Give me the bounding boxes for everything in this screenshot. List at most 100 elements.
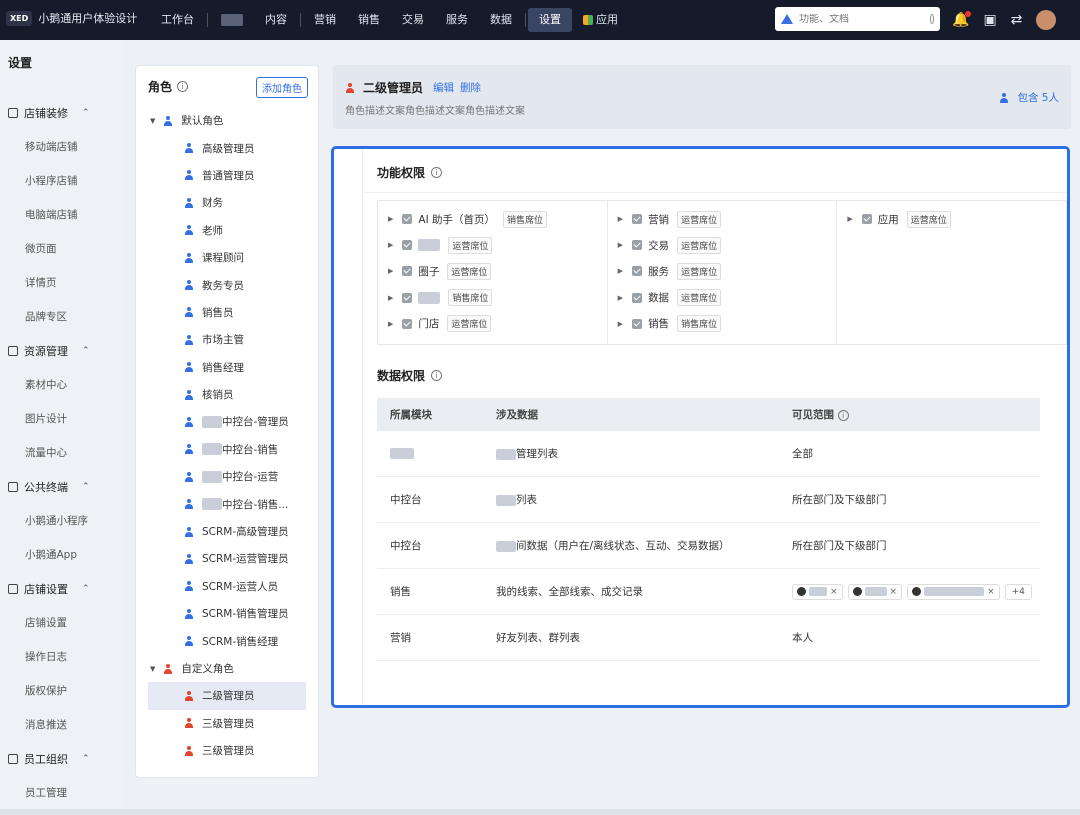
info-icon[interactable]: i <box>431 167 443 178</box>
nav-content[interactable]: 内容 <box>254 8 298 32</box>
perm-row[interactable]: ▶ 交易 运营席位 <box>608 232 837 258</box>
role-item[interactable]: SCRM-高级管理员 <box>136 518 318 545</box>
caret-right-icon[interactable]: ▶ <box>618 267 623 275</box>
avatar[interactable] <box>1036 10 1057 30</box>
caret-right-icon[interactable]: ▶ <box>388 241 393 249</box>
caret-right-icon[interactable]: ▶ <box>388 320 393 328</box>
calendar-icon[interactable]: ▣ <box>983 12 996 28</box>
sidebar-group-staff[interactable]: 员工组织 ⌃ <box>0 742 123 776</box>
perm-row[interactable]: ▶ AI 助手（首页） 销售席位 <box>378 206 607 232</box>
role-item[interactable]: 普通管理员 <box>136 162 318 189</box>
sidebar-item[interactable]: 店铺设置 <box>0 606 123 640</box>
brand[interactable]: XED 小鹅通用户体验设计 <box>6 10 137 26</box>
nav-settings[interactable]: 设置 <box>528 8 572 32</box>
member-chip[interactable]: × <box>907 583 1000 600</box>
sidebar-item[interactable]: 流量中心 <box>0 436 123 470</box>
search-input[interactable] <box>799 13 924 25</box>
role-item[interactable]: 核销员 <box>136 381 318 408</box>
caret-right-icon[interactable]: ▶ <box>618 320 623 328</box>
sidebar-item[interactable]: 电脑端店铺 <box>0 198 123 232</box>
role-group-default[interactable]: ▼ 默认角色 <box>136 107 318 134</box>
info-icon[interactable]: i <box>837 410 849 421</box>
role-item[interactable]: 教务专员 <box>136 271 318 298</box>
caret-right-icon[interactable]: ▶ <box>618 215 623 223</box>
role-item[interactable]: 销售经理 <box>136 354 318 381</box>
role-item[interactable]: SCRM-运营管理员 <box>136 545 318 572</box>
role-item[interactable]: 老师 <box>136 217 318 244</box>
checkbox[interactable] <box>632 266 643 277</box>
nav-trade[interactable]: 交易 <box>391 8 435 32</box>
perm-row[interactable]: ▶ 销售席位 <box>378 285 607 311</box>
scope-cell[interactable]: 全部 <box>792 446 1040 461</box>
nav-workbench[interactable]: 工作台 <box>150 8 205 32</box>
scope-cell[interactable]: 所在部门及下级部门 <box>792 492 1040 507</box>
checkbox[interactable] <box>402 214 413 225</box>
perm-row[interactable]: ▶ 服务 运营席位 <box>608 258 837 284</box>
checkbox[interactable] <box>402 292 413 303</box>
switch-icon[interactable]: ⇄ <box>1011 12 1023 28</box>
info-icon[interactable]: i <box>177 81 189 92</box>
role-item[interactable]: 中控台-运营 <box>136 463 318 490</box>
scope-cell[interactable]: 所在部门及下级部门 <box>792 538 1040 553</box>
caret-right-icon[interactable]: ▶ <box>388 294 393 302</box>
checkbox[interactable] <box>632 214 643 225</box>
sidebar-item[interactable]: 图片设计 <box>0 402 123 436</box>
role-item[interactable]: SCRM-销售经理 <box>136 627 318 654</box>
nav-sales[interactable]: 销售 <box>347 8 391 32</box>
sidebar-item[interactable]: 操作日志 <box>0 640 123 674</box>
nav-redacted[interactable] <box>210 8 254 32</box>
role-item[interactable]: 中控台-销售 <box>136 436 318 463</box>
search-box[interactable] <box>775 7 940 31</box>
checkbox[interactable] <box>402 240 413 251</box>
more-members-badge[interactable]: +4 <box>1004 583 1032 600</box>
checkbox[interactable] <box>632 318 643 329</box>
perm-row[interactable]: ▶ 运营席位 <box>378 232 607 258</box>
close-icon[interactable]: × <box>987 587 995 597</box>
perm-row[interactable]: ▶ 数据 运营席位 <box>608 285 837 311</box>
scope-cell[interactable]: 本人 <box>792 630 1040 645</box>
caret-right-icon[interactable]: ▶ <box>618 294 623 302</box>
role-item[interactable]: 三级管理员 <box>136 710 318 737</box>
nav-service[interactable]: 服务 <box>435 8 479 32</box>
role-item[interactable]: SCRM-运营人员 <box>136 573 318 600</box>
checkbox[interactable] <box>402 266 413 277</box>
caret-right-icon[interactable]: ▶ <box>388 267 393 275</box>
sidebar-item[interactable]: 小鹅通App <box>0 538 123 572</box>
sidebar-item[interactable]: 小程序店铺 <box>0 164 123 198</box>
sidebar-item[interactable]: 消息推送 <box>0 708 123 742</box>
sidebar-group-decoration[interactable]: 店铺装修 ⌃ <box>0 96 123 130</box>
member-chip[interactable]: × <box>792 583 843 600</box>
checkbox[interactable] <box>632 240 643 251</box>
sidebar-group-store-settings[interactable]: 店铺设置 ⌃ <box>0 572 123 606</box>
caret-right-icon[interactable]: ▶ <box>847 215 852 223</box>
checkbox[interactable] <box>632 292 643 303</box>
perm-row[interactable]: ▶ 圈子 运营席位 <box>378 258 607 284</box>
search-icon[interactable] <box>930 14 934 24</box>
perm-row[interactable]: ▶ 营销 运营席位 <box>608 206 837 232</box>
member-chip[interactable]: × <box>847 583 903 600</box>
sidebar-item[interactable]: 品牌专区 <box>0 300 123 334</box>
delete-link[interactable]: 删除 <box>460 80 481 95</box>
sidebar-item[interactable]: 素材中心 <box>0 368 123 402</box>
sidebar-item[interactable]: 移动端店铺 <box>0 130 123 164</box>
edit-link[interactable]: 编辑 <box>433 80 454 95</box>
role-item[interactable]: 市场主管 <box>136 326 318 353</box>
role-item[interactable]: 销售员 <box>136 299 318 326</box>
close-icon[interactable]: × <box>830 587 838 597</box>
role-item[interactable]: 课程顾问 <box>136 244 318 271</box>
add-role-button[interactable]: 添加角色 <box>256 77 308 98</box>
role-item[interactable]: 三级管理员 <box>136 737 318 764</box>
sidebar-group-terminals[interactable]: 公共终端 ⌃ <box>0 470 123 504</box>
scope-cell[interactable]: × × × +4 <box>792 583 1040 600</box>
role-item[interactable]: SCRM-销售管理员 <box>136 600 318 627</box>
nav-data[interactable]: 数据 <box>479 8 523 32</box>
nav-apps[interactable]: 应用 <box>572 8 629 32</box>
role-item[interactable]: 中控台-销售... <box>136 490 318 517</box>
role-group-custom[interactable]: ▼ 自定义角色 <box>136 655 318 682</box>
sidebar-item[interactable]: 微页面 <box>0 232 123 266</box>
perm-row[interactable]: ▶ 应用 运营席位 <box>837 206 1066 232</box>
info-icon[interactable]: i <box>431 370 443 381</box>
sidebar-item[interactable]: 详情页 <box>0 266 123 300</box>
perm-row[interactable]: ▶ 销售 销售席位 <box>608 311 837 337</box>
checkbox[interactable] <box>861 214 872 225</box>
